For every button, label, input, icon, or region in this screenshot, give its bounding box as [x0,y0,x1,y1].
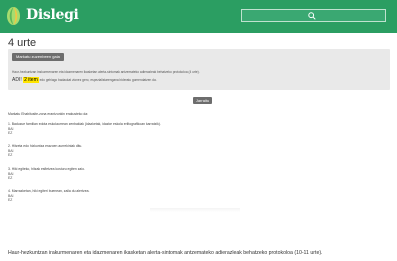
instructions-text: Markatu Ehabitusite-zona erantzunkin era… [8,112,89,116]
site-header: Dislegi [0,0,397,33]
question-item: 1. Baduzue familian edota eskolaurrean z… [8,122,161,136]
question-text: 2. Hitzeta edo hizkuntza erazoen aurreki… [8,144,83,148]
alert-highlight: 2 item [23,77,39,83]
question-text: 4. Marrazketan, hiki egiteri buenean, za… [8,189,90,193]
alert-suffix: edo gehiago badaukat zionez gero, espezi… [38,78,157,82]
search-input[interactable] [244,10,354,21]
show-topic-button[interactable]: Markatu zuzenbeen gaia [12,53,64,61]
search-icon[interactable] [307,11,317,21]
question-item: 2. Hitzeta edo hizkuntza erazoen aurreki… [8,144,82,158]
answer-no-option[interactable]: EZ [8,198,89,203]
result-panel: Markatu zuzenbeen gaia Haur-hezkuntzan i… [8,49,390,90]
panel-description: Haur-hezkuntzan inskurmenaren eta idazme… [12,70,200,74]
search-box[interactable] [241,9,386,22]
question-text: 3. Hiki egiteko, hitzak esfietzea kostur… [8,167,85,171]
answer-no-option[interactable]: EZ [8,153,82,158]
continue-button[interactable]: Jarraitu [193,97,212,104]
site-logo-text[interactable]: Dislegi [26,7,79,23]
answer-no-option[interactable]: EZ [8,131,161,136]
answer-no-option[interactable]: EZ [8,176,85,181]
alert-prefix: ADI! [12,77,24,83]
page-title: 4 urte [8,37,37,49]
footer-text: Haur-hezkuntzan irakurmenaren eta idazme… [8,250,323,256]
question-item: 4. Marrazketan, hiki egiteri buenean, za… [8,189,89,203]
scroll-fade-divider [150,208,240,212]
leaf-logo-icon [7,7,20,25]
question-text: 1. Baduzue familian edota eskolaurrean z… [8,122,161,126]
alert-message: ADI! 2 item edo gehiago badaukat zionez … [12,77,157,83]
question-item: 3. Hiki egiteko, hitzak esfietzea kostur… [8,167,85,181]
